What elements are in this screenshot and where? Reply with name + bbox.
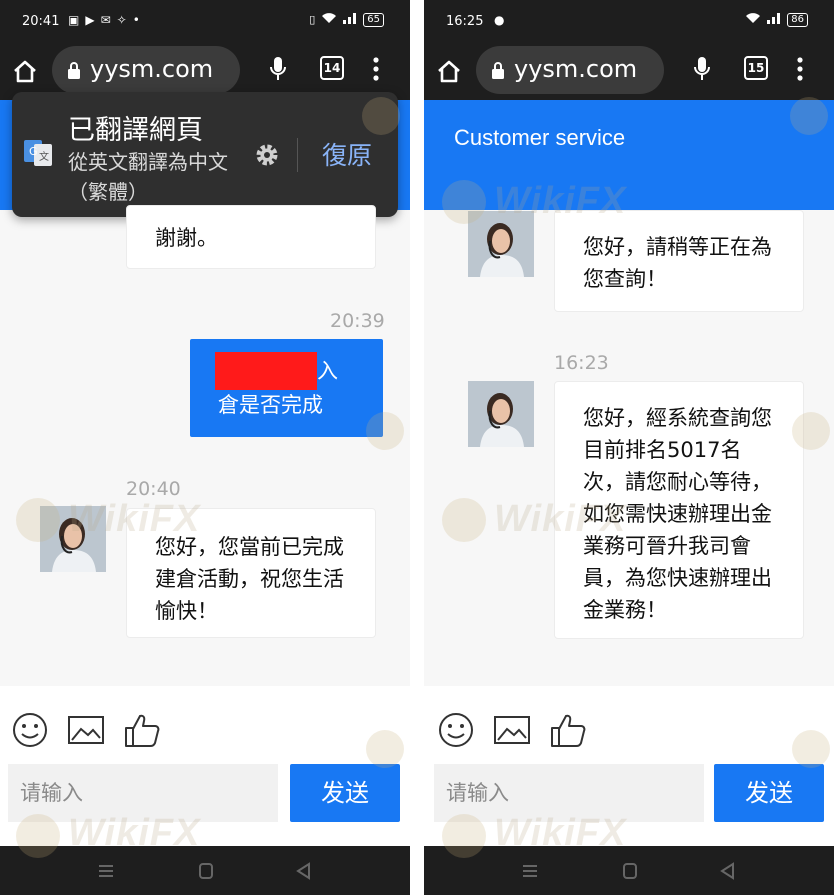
wifi-icon — [321, 12, 337, 27]
chat-input-area: 发送 — [424, 686, 834, 846]
status-time: 16:25 — [446, 14, 484, 29]
image-icon[interactable] — [492, 710, 532, 750]
signal-icon — [767, 12, 781, 27]
translate-subtitle: 從英文翻譯為中文（繁體） — [68, 150, 228, 204]
thumbs-up-icon[interactable] — [548, 710, 588, 750]
signal-icon — [343, 12, 357, 27]
chat-app-icon: ▣ — [68, 13, 80, 27]
lock-icon — [68, 62, 80, 79]
tab-switcher-button[interactable]: 15 — [744, 56, 768, 80]
chat-header: Customer service — [424, 100, 834, 210]
send-button[interactable]: 发送 — [290, 764, 400, 822]
home-icon[interactable] — [10, 56, 40, 86]
right-phone-screenshot: 16:25 ● 86 yysm.com 15 Customer service — [424, 0, 834, 895]
svg-text:G: G — [29, 145, 38, 158]
browser-address-bar: yysm.com 15 — [424, 44, 834, 100]
vibrate-icon: ▯ — [309, 13, 316, 26]
dot-icon: • — [132, 13, 140, 27]
divider — [297, 138, 298, 172]
message-notification-icon: ● — [494, 13, 505, 27]
battery-indicator: 65 — [363, 12, 384, 27]
tab-switcher-button[interactable]: 14 — [320, 56, 344, 80]
message-timestamp: 20:40 — [126, 478, 181, 500]
notification-icons: ● — [494, 13, 504, 27]
message-timestamp: 20:39 — [330, 310, 385, 332]
send-button[interactable]: 发送 — [714, 764, 824, 822]
restore-button[interactable]: 復原 — [322, 136, 372, 172]
agent-avatar — [468, 381, 534, 447]
message-input[interactable] — [434, 764, 704, 822]
message-text-line1: 入 — [317, 359, 338, 383]
microphone-icon[interactable] — [692, 55, 712, 83]
chat-header-title: Customer service — [454, 125, 626, 150]
left-phone-screenshot: 20:41 ▣ ▶ ✉ ✧ • ▯ 65 yysm.com 14 G 文 已翻譯… — [0, 0, 410, 895]
redaction-block — [215, 352, 317, 390]
emoji-icon[interactable] — [10, 710, 50, 750]
emoji-icon[interactable] — [436, 710, 476, 750]
image-icon[interactable] — [66, 710, 106, 750]
back-icon[interactable] — [294, 862, 314, 880]
recent-apps-icon[interactable] — [96, 862, 116, 880]
home-nav-icon[interactable] — [620, 862, 640, 880]
url-text: yysm.com — [90, 55, 214, 83]
youtube-icon: ▶ — [85, 13, 95, 27]
home-nav-icon[interactable] — [196, 862, 216, 880]
more-menu-icon[interactable] — [796, 56, 804, 82]
back-icon[interactable] — [718, 862, 738, 880]
home-icon[interactable] — [434, 56, 464, 86]
google-translate-icon: G 文 — [24, 140, 52, 166]
message-text: 您好，經系統查詢您目前排名5017名次，請您耐心等待，如您需快速辦理出金業務可晉… — [583, 406, 772, 622]
url-field[interactable]: yysm.com — [476, 46, 664, 94]
lock-icon — [492, 62, 504, 79]
message-input[interactable] — [8, 764, 278, 822]
mesh-icon: ✧ — [116, 13, 127, 27]
agent-avatar — [468, 211, 534, 277]
android-nav-bar — [424, 846, 834, 895]
notification-icons: ▣ ▶ ✉ ✧ • — [68, 13, 140, 27]
battery-indicator: 86 — [787, 12, 808, 27]
status-right: ▯ 65 — [309, 12, 384, 27]
status-bar: 16:25 ● 86 — [424, 0, 834, 44]
chat-input-area: 发送 — [0, 686, 410, 846]
android-nav-bar — [0, 846, 410, 895]
agent-avatar — [40, 506, 106, 572]
agent-message-bubble: 您好，您當前已完成建倉活動，祝您生活愉快！ — [126, 508, 376, 638]
status-bar: 20:41 ▣ ▶ ✉ ✧ • ▯ 65 — [0, 0, 410, 44]
agent-message-bubble: 謝謝。 — [126, 205, 376, 269]
url-text: yysm.com — [514, 55, 638, 83]
translate-title: 已翻譯網頁 — [68, 115, 203, 146]
mail-icon: ✉ — [100, 13, 111, 27]
recent-apps-icon[interactable] — [520, 862, 540, 880]
message-timestamp: 16:23 — [554, 352, 609, 374]
user-message-bubble: 入 倉是否完成 — [190, 339, 383, 437]
message-text: 謝謝。 — [155, 226, 218, 250]
svg-text:文: 文 — [39, 150, 49, 163]
thumbs-up-icon[interactable] — [122, 710, 162, 750]
url-field[interactable]: yysm.com — [52, 46, 240, 94]
message-text: 您好，您當前已完成建倉活動，祝您生活愉快！ — [155, 535, 344, 623]
status-time: 20:41 — [22, 14, 60, 29]
more-menu-icon[interactable] — [372, 56, 380, 82]
wifi-icon — [745, 12, 761, 27]
microphone-icon[interactable] — [268, 55, 288, 83]
message-text-line2: 倉是否完成 — [218, 393, 323, 417]
agent-message-bubble: 您好，經系統查詢您目前排名5017名次，請您耐心等待，如您需快速辦理出金業務可晉… — [554, 381, 804, 639]
translate-popup: G 文 已翻譯網頁 從英文翻譯為中文（繁體） 復原 — [12, 92, 398, 217]
status-right: 86 — [745, 12, 808, 27]
message-text: 您好，請稍等正在為您查詢！ — [583, 235, 772, 291]
agent-message-bubble: 您好，請稍等正在為您查詢！ — [554, 210, 804, 312]
gear-icon[interactable] — [254, 142, 280, 168]
